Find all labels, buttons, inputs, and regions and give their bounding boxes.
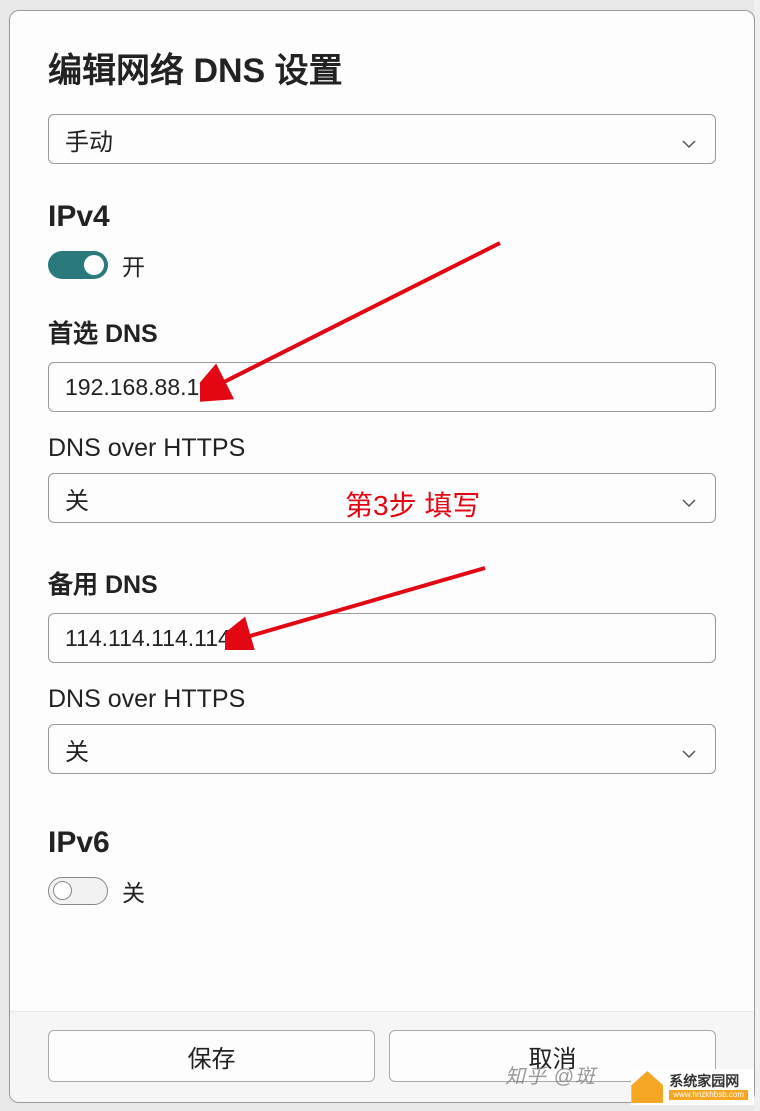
toggle-knob [84, 255, 104, 275]
dialog-content: 编辑网络 DNS 设置 手动 IPv4 开 首选 DNS DNS over HT… [10, 11, 754, 1011]
dialog-title: 编辑网络 DNS 设置 [48, 43, 716, 92]
ipv6-toggle-label: 关 [122, 874, 145, 908]
site-name: 系统家园网 [669, 1074, 748, 1088]
ipv4-heading: IPv4 [48, 200, 716, 234]
toggle-knob [53, 881, 72, 900]
site-watermark: 系统家园网 www.hnzkhbsb.com [631, 1069, 754, 1105]
house-icon [631, 1071, 663, 1103]
ipv6-toggle[interactable] [48, 877, 108, 905]
primary-dns-input[interactable] [48, 362, 716, 412]
doh1-value: 关 [65, 481, 89, 516]
alt-dns-input[interactable] [48, 613, 716, 663]
save-button[interactable]: 保存 [48, 1030, 375, 1082]
site-url: www.hnzkhbsb.com [669, 1090, 748, 1100]
dns-mode-select[interactable]: 手动 [48, 114, 716, 164]
ipv6-heading: IPv6 [48, 826, 716, 860]
ipv4-toggle-row: 开 [48, 248, 716, 282]
chevron-down-icon [681, 741, 697, 757]
dns-settings-dialog: 编辑网络 DNS 设置 手动 IPv4 开 首选 DNS DNS over HT… [9, 10, 755, 1103]
ipv4-toggle[interactable] [48, 251, 108, 279]
ipv4-toggle-label: 开 [122, 248, 145, 282]
chevron-down-icon [681, 490, 697, 506]
dns-mode-value: 手动 [65, 122, 113, 157]
doh2-label: DNS over HTTPS [48, 685, 716, 714]
primary-dns-label: 首选 DNS [48, 314, 716, 350]
doh1-select[interactable]: 关 [48, 473, 716, 523]
doh2-select[interactable]: 关 [48, 724, 716, 774]
zhihu-watermark: 知乎 @斑 [505, 1060, 596, 1089]
alt-dns-label: 备用 DNS [48, 565, 716, 601]
doh1-label: DNS over HTTPS [48, 434, 716, 463]
ipv6-toggle-row: 关 [48, 874, 716, 908]
doh2-value: 关 [65, 732, 89, 767]
chevron-down-icon [681, 131, 697, 147]
